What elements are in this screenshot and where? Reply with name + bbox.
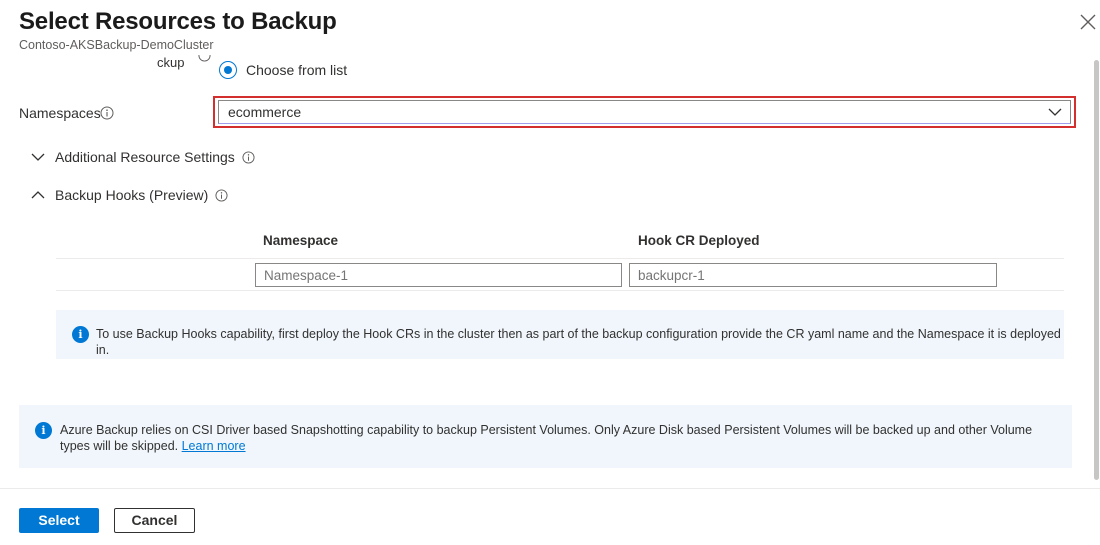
hook-cr-input[interactable] xyxy=(629,263,997,287)
csi-info-banner: i Azure Backup relies on CSI Driver base… xyxy=(19,405,1072,468)
namespaces-label: Namespaces xyxy=(19,105,101,121)
backup-hooks-info-text: To use Backup Hooks capability, first de… xyxy=(96,327,1061,357)
namespace-input[interactable] xyxy=(255,263,622,287)
additional-resource-settings-toggle[interactable]: Additional Resource Settings xyxy=(30,149,255,165)
chevron-down-icon xyxy=(1048,108,1062,116)
backup-hooks-label: Backup Hooks (Preview) xyxy=(55,187,209,203)
chevron-up-icon xyxy=(31,191,45,199)
close-icon[interactable] xyxy=(1078,12,1098,32)
info-icon xyxy=(242,150,255,164)
column-header-namespace: Namespace xyxy=(263,233,339,248)
table-divider xyxy=(56,290,1064,291)
info-icon xyxy=(100,106,114,120)
radio-selected-dot xyxy=(223,65,232,74)
vertical-scrollbar[interactable] xyxy=(1093,55,1100,485)
info-filled-icon: i xyxy=(35,422,52,439)
csi-info-text: Azure Backup relies on CSI Driver based … xyxy=(60,422,1052,468)
select-button[interactable]: Select xyxy=(19,508,99,533)
column-header-hook-cr: Hook CR Deployed xyxy=(638,233,760,248)
choose-from-list-label: Choose from list xyxy=(246,62,348,78)
footer-divider xyxy=(0,488,1100,489)
chevron-down-icon xyxy=(31,153,45,161)
panel-title: Select Resources to Backup xyxy=(19,8,337,35)
info-filled-icon: i xyxy=(72,326,89,343)
info-icon xyxy=(215,188,228,202)
scope-label: ckup xyxy=(157,55,185,70)
scrollbar-thumb[interactable] xyxy=(1094,60,1099,480)
panel-body: ckup Choose from list Namespaces ecommer… xyxy=(0,55,1093,485)
panel-subtitle: Contoso-AKSBackup-DemoCluster xyxy=(19,38,214,52)
namespaces-value: ecommerce xyxy=(228,104,302,120)
namespaces-dropdown[interactable]: ecommerce xyxy=(218,100,1071,124)
table-divider xyxy=(56,258,1064,259)
backup-hooks-toggle[interactable]: Backup Hooks (Preview) xyxy=(30,187,228,203)
backup-hooks-info-banner: i To use Backup Hooks capability, first … xyxy=(56,310,1064,359)
learn-more-link[interactable]: Learn more xyxy=(182,439,246,453)
cancel-button[interactable]: Cancel xyxy=(114,508,195,533)
choose-from-list-radio[interactable] xyxy=(219,61,237,79)
info-icon xyxy=(198,55,211,62)
additional-resource-settings-label: Additional Resource Settings xyxy=(55,149,235,165)
